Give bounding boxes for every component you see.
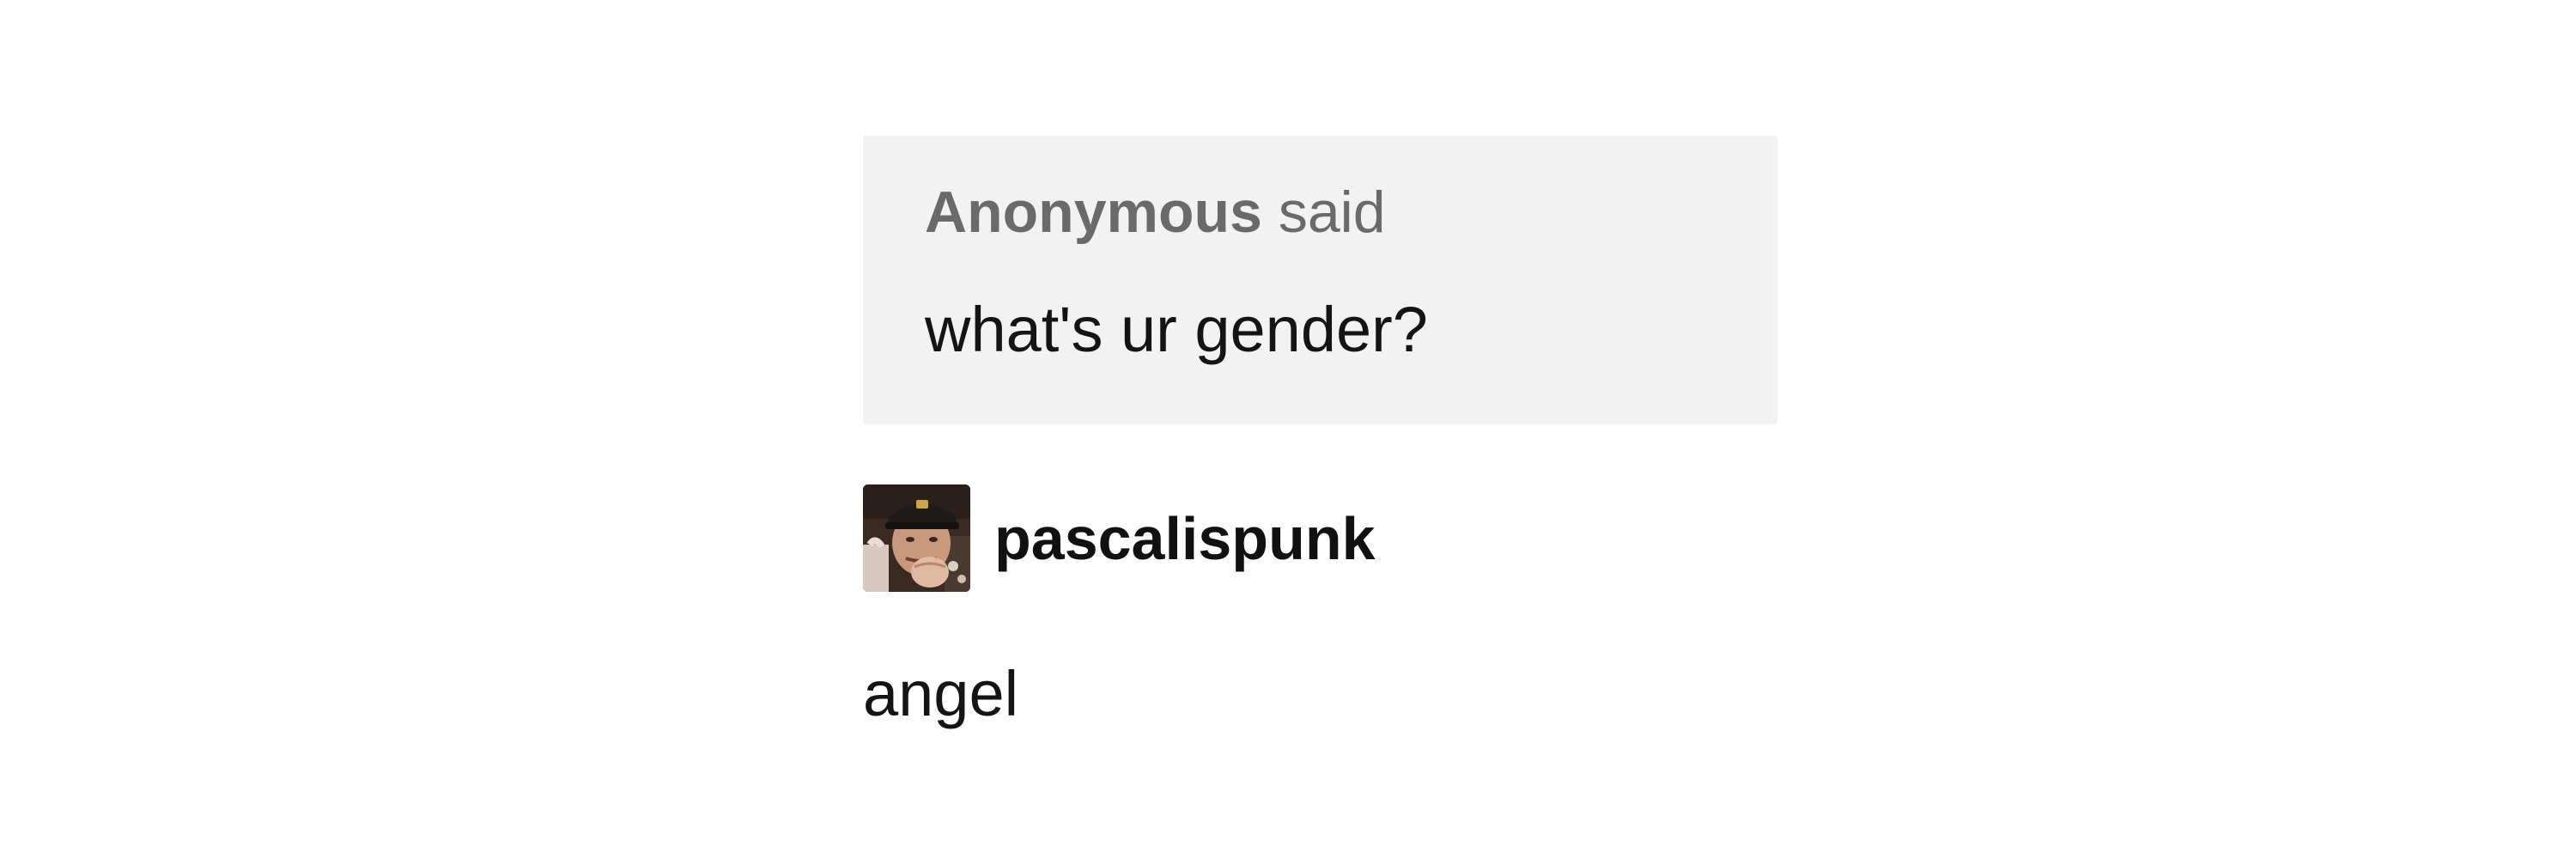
username[interactable]: pascalispunk bbox=[994, 509, 1376, 569]
asker-name[interactable]: Anonymous bbox=[925, 180, 1262, 245]
ask-said-label: said bbox=[1278, 180, 1386, 245]
avatar[interactable] bbox=[863, 484, 970, 592]
ask-header: Anonymous said bbox=[925, 183, 1777, 241]
ask-question: what's ur gender? bbox=[925, 294, 1428, 365]
user-avatar-icon bbox=[863, 484, 970, 592]
ask-box: Anonymous said what's ur gender? bbox=[863, 136, 1777, 424]
answer-text: angel bbox=[863, 658, 1019, 729]
ask-post: Anonymous said what's ur gender? pascali… bbox=[863, 136, 1777, 726]
answer-header: pascalispunk bbox=[863, 484, 1777, 592]
